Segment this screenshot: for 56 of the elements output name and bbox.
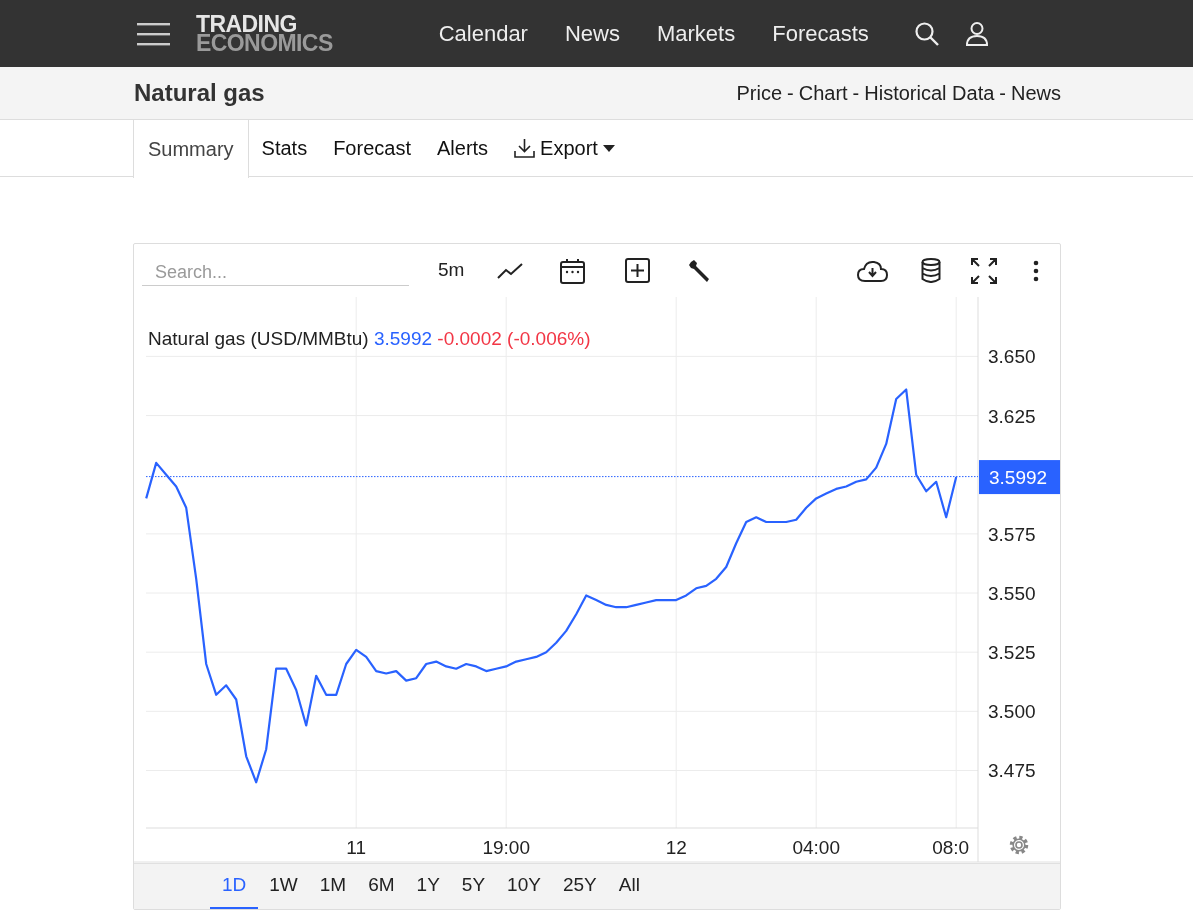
title-link[interactable]: Chart	[798, 78, 848, 108]
fullscreen-icon[interactable]	[971, 257, 998, 284]
axis-label: 3.550	[988, 583, 1036, 605]
user-icon[interactable]	[964, 21, 989, 46]
logo[interactable]: TRADING ECONOMICS	[196, 14, 333, 53]
axis-label: 11	[346, 837, 367, 858]
nav-link[interactable]: Forecasts	[772, 17, 869, 50]
axis-label: 12	[665, 837, 687, 858]
axis-label: 08:0	[932, 837, 970, 858]
caret-icon	[602, 144, 615, 152]
tab[interactable]: Stats	[248, 120, 321, 176]
cloud-download-icon[interactable]	[857, 259, 889, 282]
axis-label: 3.500	[988, 701, 1036, 723]
page-title: Natural gas	[134, 78, 265, 108]
settings-icon[interactable]	[1009, 835, 1029, 855]
link-separator: -	[787, 81, 794, 106]
range-button[interactable]: 1Y	[405, 864, 451, 909]
axis-label: 3.650	[988, 346, 1036, 368]
axis-label: 3.575	[988, 523, 1036, 545]
menu-icon[interactable]	[137, 21, 170, 46]
tab[interactable]: Summary	[133, 120, 249, 178]
database-icon[interactable]	[921, 258, 942, 283]
axis-label: 19:00	[482, 837, 530, 858]
tab[interactable]: Alerts	[423, 120, 502, 176]
line-chart-icon[interactable]	[497, 262, 524, 279]
axis-label: 3.625	[988, 405, 1036, 427]
nav-link[interactable]: Markets	[656, 17, 736, 50]
tab[interactable]: Forecast	[320, 120, 424, 176]
search-icon[interactable]	[913, 20, 940, 47]
range-button[interactable]: All	[607, 864, 651, 909]
range-button[interactable]: 1W	[258, 864, 309, 909]
range-button[interactable]: 1D	[210, 864, 259, 909]
axis-label: 3.475	[988, 760, 1036, 782]
interval-button[interactable]: 5m	[438, 256, 465, 285]
title-link[interactable]: Historical Data	[864, 78, 995, 108]
export-dropdown[interactable]: Export	[501, 120, 628, 176]
link-separator: -	[999, 81, 1006, 106]
price-tag-label: 3.5992	[989, 467, 1048, 489]
axis-label: 3.525	[988, 642, 1036, 664]
range-button[interactable]: 6M	[357, 864, 406, 909]
nav-link[interactable]: Calendar	[438, 17, 528, 50]
nav-link[interactable]: News	[564, 17, 620, 50]
calendar-icon[interactable]	[560, 257, 586, 284]
title-link[interactable]: Price	[736, 78, 782, 108]
title-link[interactable]: News	[1011, 78, 1061, 108]
axis-label: 04:00	[792, 837, 840, 858]
range-button[interactable]: 10Y	[496, 864, 552, 909]
range-button[interactable]: 5Y	[450, 864, 497, 909]
range-button[interactable]: 25Y	[551, 864, 608, 909]
search-field[interactable]: Search...	[142, 255, 409, 286]
link-separator: -	[852, 81, 860, 106]
chart-legend: Natural gas (USD/MMBtu) 3.5992 -0.0002 (-0.006%)	[148, 328, 591, 349]
more-options-icon[interactable]	[1033, 259, 1040, 282]
download-icon	[514, 138, 536, 158]
add-box-icon[interactable]	[625, 258, 651, 283]
range-button[interactable]: 1M	[308, 864, 358, 909]
